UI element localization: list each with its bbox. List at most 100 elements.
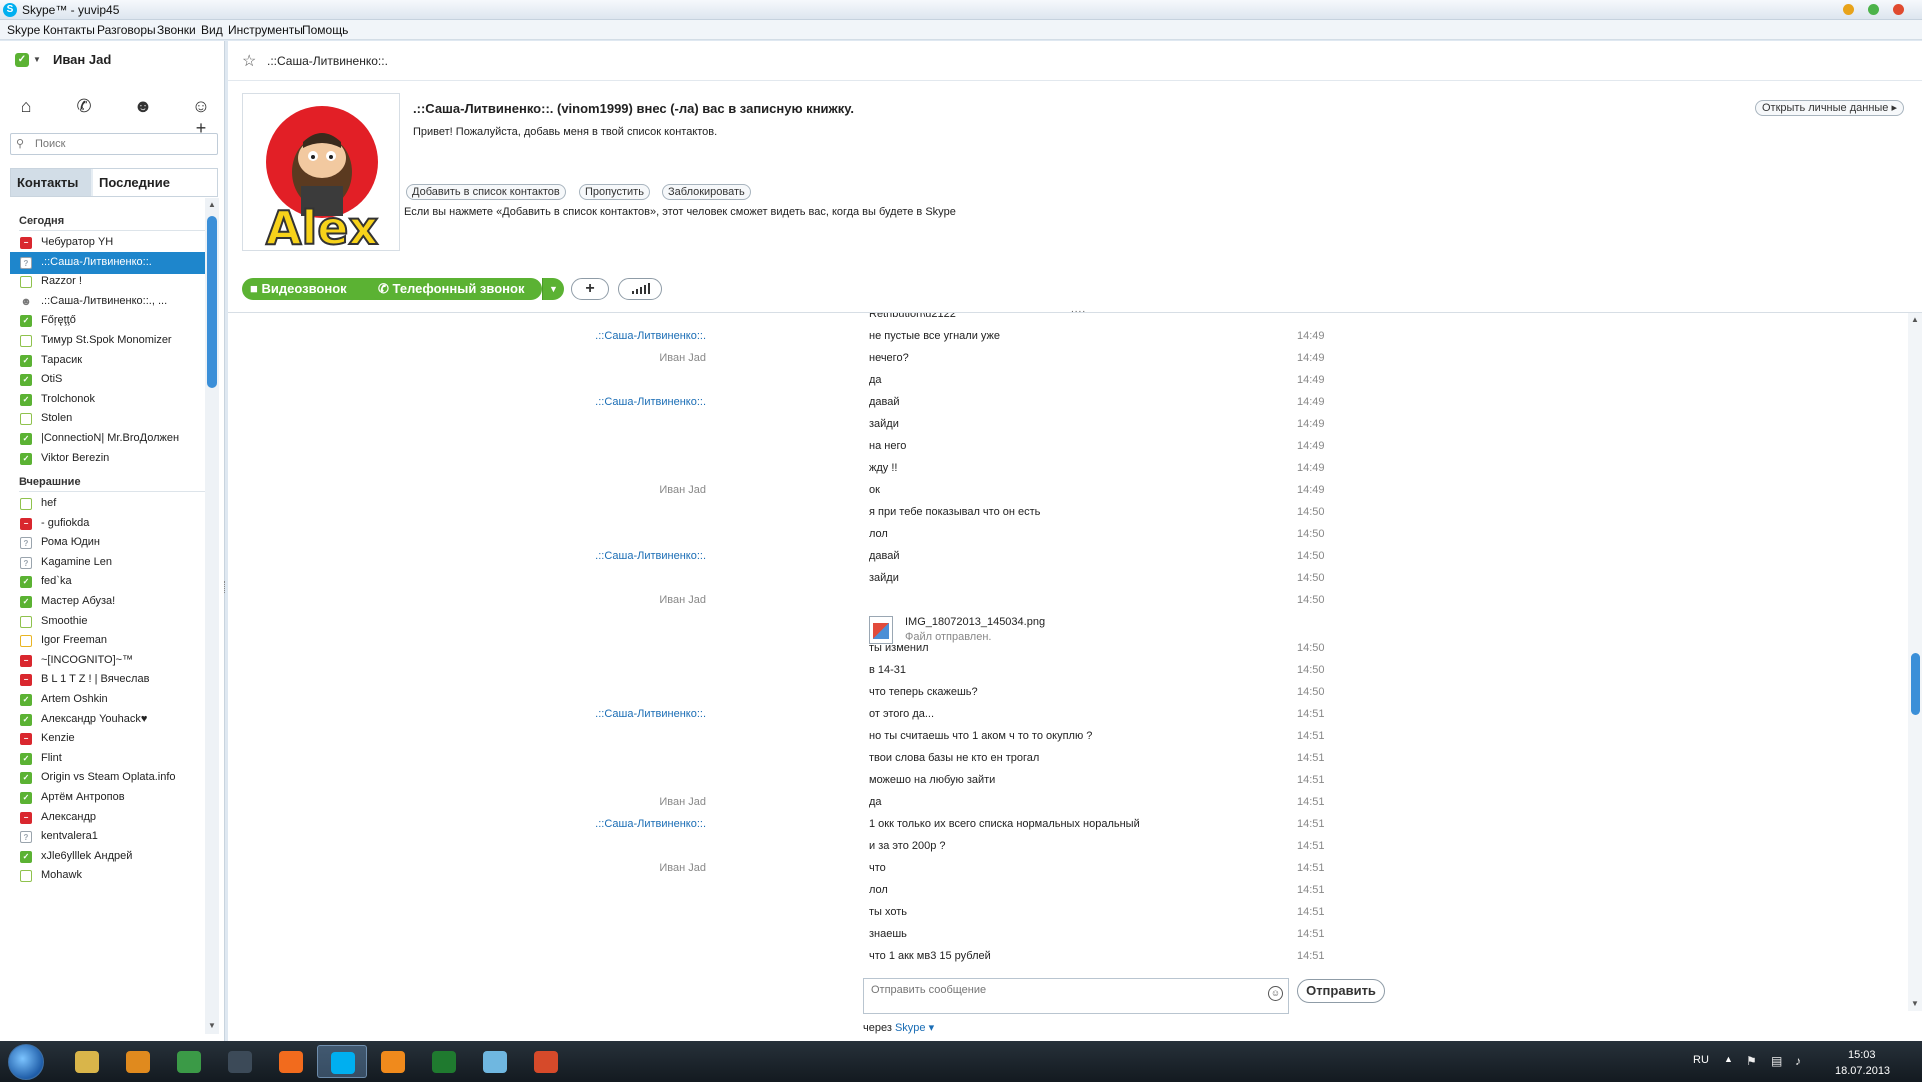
title-bar: S Skype™ - yuvip45 (0, 0, 1922, 20)
minimize-button[interactable] (1843, 4, 1854, 15)
taskbar-app[interactable] (266, 1045, 316, 1078)
menu-conversations[interactable]: Разговоры (97, 23, 156, 37)
message-sender[interactable]: .::Саша-Литвиненко::. (595, 396, 706, 408)
home-icon[interactable]: ⌂ (14, 95, 38, 117)
status-unknown-icon: ? (20, 537, 32, 550)
phone-icon: ✆ (378, 281, 389, 296)
profile-bar[interactable]: ✓ ▼ Иван Jad (0, 41, 225, 81)
message-input[interactable] (871, 982, 1251, 998)
taskbar-app[interactable] (470, 1045, 520, 1078)
clock-time[interactable]: 15:03 (1848, 1049, 1876, 1061)
scroll-down-icon[interactable]: ▼ (208, 1021, 216, 1030)
taskbar-app[interactable] (164, 1045, 214, 1078)
message-row: что теперь скажешь? 14:50 (228, 683, 1328, 701)
message-sender[interactable]: Иван Jad (659, 484, 706, 496)
chevron-down-icon[interactable]: ▼ (33, 55, 41, 64)
file-name[interactable]: IMG_18072013_145034.png (905, 616, 1045, 628)
menu-contacts[interactable]: Контакты (43, 23, 95, 37)
call-quality-button[interactable] (618, 278, 662, 300)
contact-name: Origin vs Steam Oplata.info (41, 771, 176, 784)
scroll-up-icon[interactable]: ▲ (208, 200, 216, 209)
taskbar-app[interactable] (368, 1045, 418, 1078)
search-input[interactable] (35, 136, 215, 152)
phone-icon[interactable]: ✆ (72, 95, 96, 117)
group-icon[interactable]: ☻ (131, 95, 155, 117)
message-row: Иван Jad да 14:51 (228, 793, 1328, 811)
message-row: лол 14:51 (228, 881, 1328, 899)
status-offline-icon (20, 615, 32, 628)
menu-view[interactable]: Вид (201, 23, 223, 37)
message-time: 14:51 (1297, 708, 1325, 720)
contact-name: Рома Юдин (41, 536, 100, 549)
contact-list-scrollbar[interactable]: ▲ ▼ (205, 198, 219, 1034)
scroll-down-icon[interactable]: ▼ (1911, 999, 1919, 1008)
menu-tools[interactable]: Инструменты (228, 23, 303, 37)
message-input-box[interactable]: ☺ (863, 978, 1289, 1014)
message-text: от этого да... (869, 708, 935, 720)
phone-call-button[interactable]: ✆ Телефонный звонок (370, 278, 542, 300)
start-button[interactable] (8, 1044, 44, 1080)
menu-help[interactable]: Помощь (302, 23, 348, 37)
skip-button[interactable]: Пропустить (579, 184, 650, 200)
add-participant-button[interactable]: + (571, 278, 609, 300)
scroll-up-icon[interactable]: ▲ (1911, 315, 1919, 324)
contact-item[interactable]: ✓ Viktor Berezin (10, 448, 205, 470)
network-icon[interactable]: ▤ (1771, 1054, 1782, 1068)
message-row: зайди 14:49 (228, 415, 1328, 433)
contact-item[interactable]: Mohawk (10, 865, 205, 887)
message-text: что (869, 862, 886, 874)
taskbar-app[interactable] (62, 1045, 112, 1078)
via-skype-link[interactable]: Skype ▾ (895, 1022, 934, 1034)
message-sender[interactable]: .::Саша-Литвиненко::. (595, 708, 706, 720)
menu-calls[interactable]: Звонки (157, 23, 196, 37)
message-text: лол (869, 884, 888, 896)
message-sender[interactable]: .::Саша-Литвиненко::. (595, 550, 706, 562)
message-row: Иван Jad ок 14:49 (228, 481, 1328, 499)
ea-icon (432, 1051, 456, 1073)
message-sender[interactable]: .::Саша-Литвиненко::. (595, 330, 706, 342)
taskbar-app[interactable] (317, 1045, 367, 1078)
online-status-icon[interactable]: ✓ (15, 53, 29, 67)
menu-skype[interactable]: Skype (7, 23, 40, 37)
taskbar-app[interactable] (419, 1045, 469, 1078)
tab-contacts[interactable]: Контакты (11, 169, 91, 196)
block-button[interactable]: Заблокировать (662, 184, 751, 200)
message-sender[interactable]: .::Саша-Литвиненко::. (595, 818, 706, 830)
search-box[interactable]: ⚲ (10, 133, 218, 155)
message-text: Retribution\u2122 (869, 313, 956, 320)
star-icon[interactable]: ☆ (242, 51, 256, 71)
message-row: я при тебе показывал что он есть 14:50 (228, 503, 1328, 521)
send-button[interactable]: Отправить (1297, 979, 1385, 1003)
add-contact-icon[interactable]: ☺+ (189, 95, 213, 138)
divider (19, 491, 205, 492)
tab-recent[interactable]: Последние (93, 169, 217, 196)
language-indicator[interactable]: RU (1693, 1054, 1709, 1066)
message-sender[interactable]: Иван Jad (659, 796, 706, 808)
clock-date[interactable]: 18.07.2013 (1835, 1065, 1890, 1077)
message-scrollbar[interactable]: ▲ ▼ (1908, 313, 1922, 1011)
message-sender[interactable]: Иван Jad (659, 862, 706, 874)
message-sender[interactable]: Иван Jad (659, 594, 706, 606)
scrollbar-thumb[interactable] (1911, 653, 1920, 715)
message-row: .::Саша-Литвиненко::. от этого да... 14:51 (228, 705, 1328, 723)
smiley-icon[interactable]: ☺ (1268, 986, 1283, 1001)
open-profile-button[interactable]: Открыть личные данные ▸ (1755, 100, 1904, 116)
show-hidden-icons-icon[interactable]: ▲ (1724, 1054, 1733, 1064)
taskbar-app[interactable] (521, 1045, 571, 1078)
flag-icon[interactable]: ⚑ (1746, 1054, 1757, 1068)
status-busy-icon: − (20, 517, 32, 530)
message-sender[interactable]: Иван Jad (659, 352, 706, 364)
pane-splitter[interactable] (224, 581, 227, 593)
message-row: в 14-31 14:50 (228, 661, 1328, 679)
taskbar-app[interactable] (215, 1045, 265, 1078)
close-button[interactable] (1893, 4, 1904, 15)
maximize-button[interactable] (1868, 4, 1879, 15)
call-options-dropdown[interactable]: ▼ (542, 278, 564, 300)
profile-name[interactable]: Иван Jad (53, 52, 111, 67)
message-row: на него 14:49 (228, 437, 1328, 455)
volume-icon[interactable]: ♪ (1795, 1054, 1801, 1068)
scrollbar-thumb[interactable] (207, 216, 217, 388)
message-text: знаешь (869, 928, 907, 940)
add-to-contacts-button[interactable]: Добавить в список контактов (406, 184, 566, 200)
taskbar-app[interactable] (113, 1045, 163, 1078)
